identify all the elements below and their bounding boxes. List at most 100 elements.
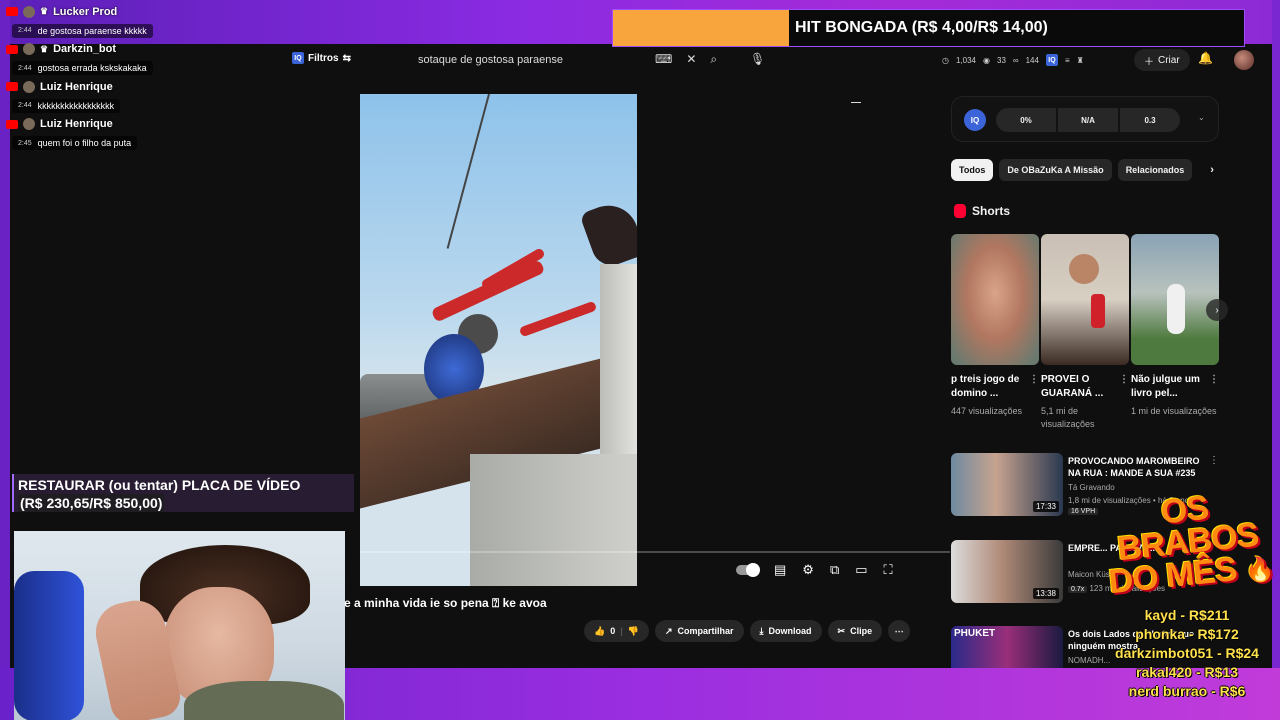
short-views: 1 mi de visualizações — [1131, 406, 1217, 416]
more-actions-icon[interactable]: ⋯ — [888, 620, 911, 642]
shorts-heading: Shorts — [954, 204, 1010, 218]
chip-all[interactable]: Todos — [951, 159, 994, 181]
short-thumbnail[interactable] — [951, 234, 1039, 365]
short-views: 447 visualizações — [951, 406, 1023, 416]
link-icon: ∞ — [1012, 55, 1019, 65]
chat-text: quem foi o filho da puta — [37, 138, 132, 148]
search-icon[interactable]: ⌕ — [710, 52, 717, 67]
bell-icon[interactable]: 🔔 — [1198, 51, 1213, 65]
fire-icon: 🔥 — [1243, 555, 1276, 586]
shorts-next-icon[interactable]: › — [1206, 299, 1228, 321]
like-button[interactable]: 👍 0 | 👎 — [584, 620, 649, 642]
video-progress-bar[interactable] — [360, 551, 950, 553]
sliders-icon: ⇆ — [342, 52, 351, 64]
clip-button[interactable]: ✂ Clipe — [827, 620, 883, 642]
iq-panel: IQ 0% N/A 0.3 ⌄ — [951, 96, 1219, 142]
chevron-down-icon[interactable]: ⌄ — [1198, 113, 1205, 122]
filter-chips: Todos De OBaZuKa A Missão Relacionados › — [951, 159, 1214, 181]
short-item[interactable]: Não julgue um livro pel... ⋮ 1 mi de visu… — [1131, 234, 1219, 431]
search-value: sotaque de gostosa paraense — [418, 54, 563, 66]
rec-title: PROVOCANDO MAROMBEIRO NA RUA : MANDE A S… — [1068, 456, 1200, 478]
chevron-right-icon[interactable]: › — [1210, 164, 1214, 176]
rec-thumbnail[interactable]: 17:33 — [951, 453, 1063, 516]
share-label: Compartilhar — [677, 626, 734, 636]
video-player[interactable] — [360, 94, 637, 586]
clear-search-icon[interactable]: ✕ — [686, 52, 696, 67]
youtube-icon — [6, 119, 18, 129]
short-thumbnail[interactable] — [1041, 234, 1129, 365]
chip-related[interactable]: Relacionados — [1117, 159, 1193, 181]
iq-small-icon[interactable]: IQ — [1045, 54, 1058, 66]
more-vert-icon[interactable]: ⋮ — [1209, 455, 1219, 466]
fullscreen-icon[interactable]: ⛶ — [884, 562, 893, 578]
webcam-shirt — [184, 681, 344, 720]
eye-icon: ◉ — [983, 55, 990, 65]
chip-channel[interactable]: De OBaZuKa A Missão — [999, 159, 1112, 181]
account-avatar[interactable] — [1234, 50, 1254, 70]
settings-gear-icon[interactable]: ⚙ — [802, 562, 814, 578]
rec-duration: 17:33 — [1032, 501, 1059, 512]
chat-avatar — [23, 43, 35, 55]
donor-item: phonka - R$172 — [1135, 626, 1239, 642]
short-views: 5,1 mi de visualizações — [1041, 406, 1095, 429]
keyboard-icon[interactable]: ⌨ — [655, 52, 672, 67]
donor-item: kayd - R$211 — [1144, 607, 1230, 623]
chat-username: Luiz Henrique — [40, 118, 113, 130]
chat-username: Darkzin_bot — [53, 43, 117, 55]
plus-icon: ＋ — [1144, 56, 1154, 68]
search-icons: ⌨ ✕ ⌕ — [655, 52, 717, 67]
chat-message: ♛ Lucker Prod 2:44 de gostosa paraense kkk… — [6, 4, 286, 38]
stream-chat: ♛ Lucker Prod 2:44 de gostosa paraense kkk… — [6, 4, 286, 154]
microphone-icon[interactable]: 🎙 — [750, 52, 765, 66]
hit-goal-text: HIT BONGADA (R$ 4,00/R$ 14,00) — [789, 10, 1244, 46]
iq-value: 0% — [996, 108, 1056, 132]
clock-icon: ◷ — [942, 55, 949, 65]
create-button[interactable]: ＋ Criar — [1134, 49, 1190, 71]
short-item[interactable]: p treis jogo de domino ... ⋮ 447 visualiz… — [951, 234, 1039, 431]
chat-text: de gostosa paraense kkkkk — [37, 25, 147, 36]
crown-icon: ♛ — [40, 6, 49, 16]
chat-avatar — [23, 118, 35, 130]
more-vert-icon[interactable]: ⋮ — [1119, 373, 1129, 387]
cursor-mark — [851, 102, 861, 103]
rec-thumbnail[interactable]: 13:38 — [951, 540, 1063, 603]
chat-time: 2:44 — [18, 102, 32, 109]
rec-thumb-label: PHUKET — [954, 628, 996, 639]
filters-button[interactable]: IQ Filtros ⇆ — [292, 52, 351, 64]
short-title: Não julgue um livro pel... — [1131, 374, 1200, 399]
crown-icon: ♛ — [40, 43, 49, 54]
autoplay-toggle[interactable] — [736, 563, 760, 577]
iq-icon: IQ — [292, 52, 304, 64]
iq-values: 0% N/A 0.3 — [996, 108, 1180, 132]
download-button[interactable]: ⤓ Download — [749, 620, 822, 642]
like-count: 0 — [610, 626, 616, 636]
download-icon: ⤓ — [759, 625, 764, 636]
list-icon[interactable]: ≡ — [1065, 56, 1070, 65]
more-vert-icon[interactable]: ⋮ — [1209, 373, 1219, 387]
streamer-webcam — [14, 531, 345, 720]
youtube-icon — [6, 44, 18, 54]
donor-item: darkzimbot051 - R$24 — [1115, 645, 1259, 661]
action-bar: 👍 0 | 👎 ↗ Compartilhar ⤓ Download ✂ Clip… — [584, 620, 911, 642]
subtitles-icon[interactable]: ▤ — [774, 562, 786, 578]
thumbs-up-icon: 👍 — [594, 625, 606, 636]
short-thumbnail[interactable] — [1131, 234, 1219, 365]
stat-views: 1,034 — [955, 55, 977, 65]
thumbs-down-icon[interactable]: 👎 — [628, 626, 639, 637]
theater-mode-icon[interactable]: ▭ — [855, 562, 867, 578]
chat-message: Luiz Henrique 2:45 quem foi o filho da pu… — [6, 117, 286, 150]
rec-badge: 0.7x — [1068, 586, 1088, 593]
trophy-icon[interactable]: ♜ — [1077, 56, 1084, 65]
short-item[interactable]: PROVEI O GUARANÁ ... ⋮ 5,1 mi de visualiz… — [1041, 234, 1129, 431]
rec-duration: 13:38 — [1032, 588, 1059, 599]
iq-logo-icon: IQ — [964, 109, 986, 131]
more-vert-icon[interactable]: ⋮ — [1029, 373, 1039, 387]
top-donors-overlay: OS BRABOS DO MÊS 🔥 kayd - R$211 phonka -… — [1096, 489, 1280, 720]
donor-item: nerd burrao - R$6 — [1128, 683, 1246, 699]
webcam-chair — [14, 571, 84, 720]
top-donors-title: OS BRABOS DO MÊS 🔥 — [1091, 485, 1280, 604]
miniplayer-icon[interactable]: ⧉ — [830, 562, 839, 578]
goal-amount: (R$ 230,65/R$ 850,00) — [18, 494, 165, 512]
share-button[interactable]: ↗ Compartilhar — [654, 620, 744, 642]
chat-username: Lucker Prod — [53, 5, 118, 18]
